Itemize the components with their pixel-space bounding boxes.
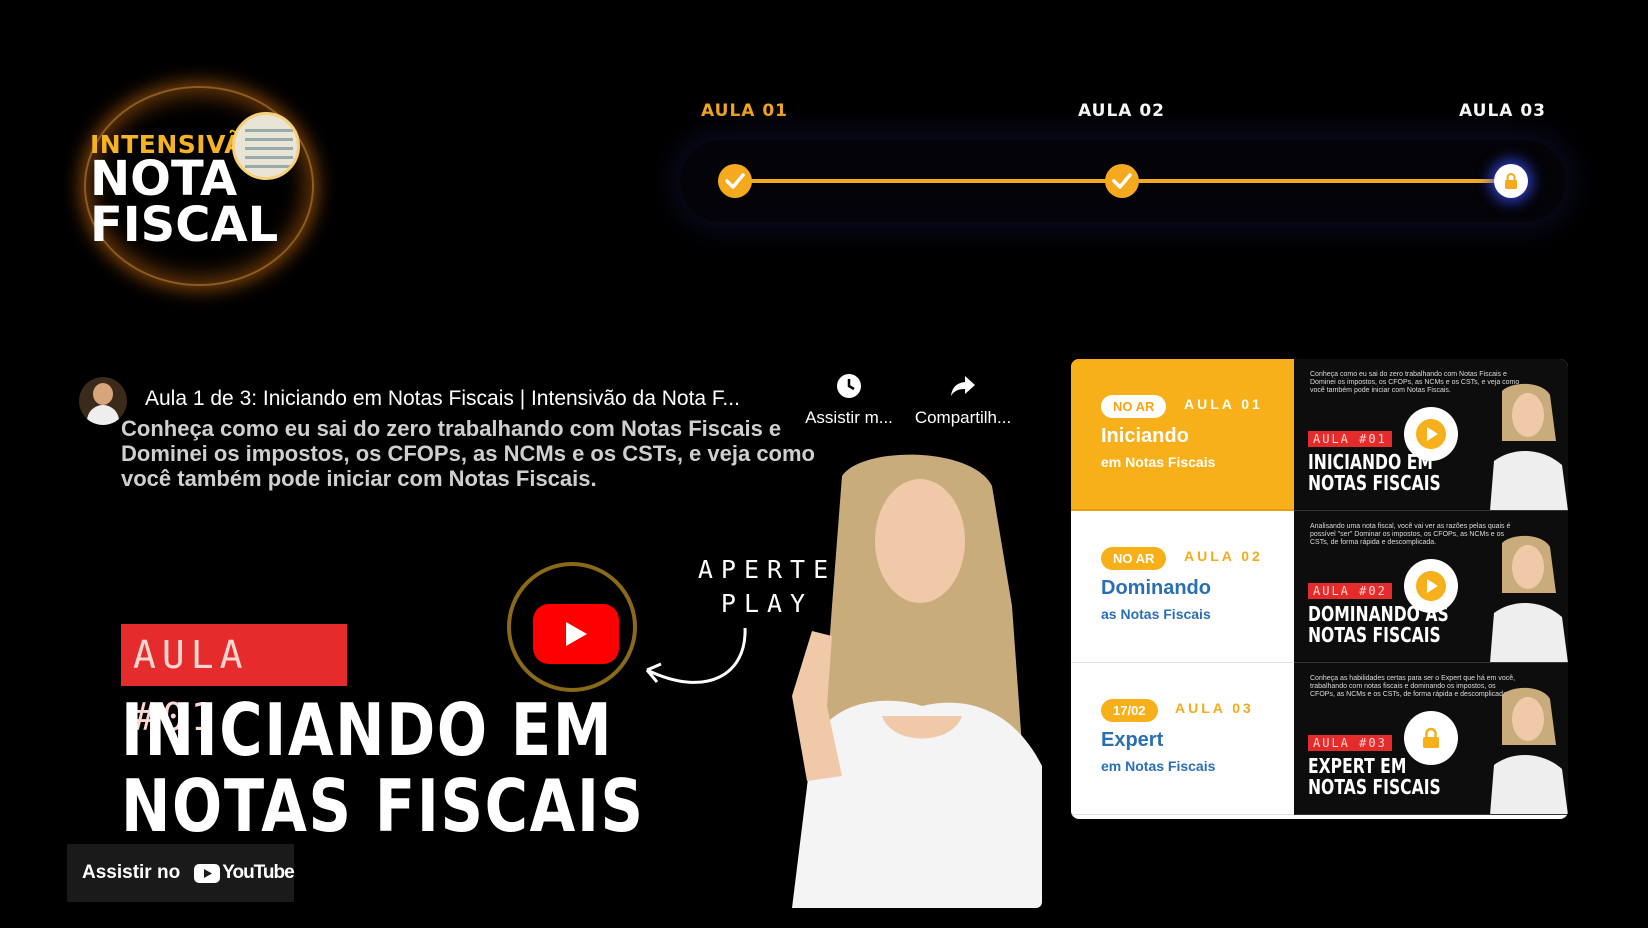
lesson-card-1[interactable]: NO AR AULA 01 Iniciando em Notas Fiscais… [1071,359,1568,511]
lesson-locked-button[interactable] [1404,711,1458,765]
channel-avatar[interactable] [79,377,127,425]
thumbnail-lesson-badge: AULA #01 [121,624,347,739]
thumbnail-description: Conheça como eu sai do zero trabalhando … [121,416,815,491]
thumbnail-badge: AULA #03 [1308,735,1392,751]
play-icon [1416,419,1446,449]
lesson-info: 17/02 AULA 03 Expert em Notas Fiscais [1071,663,1294,815]
lesson-number: AULA 01 [1184,396,1263,412]
lesson-info: NO AR AULA 01 Iniciando em Notas Fiscais [1071,359,1294,511]
presenter-thumbnail [1490,383,1568,510]
video-title[interactable]: Aula 1 de 3: Iniciando em Notas Fiscais … [145,387,740,411]
lesson-play-button[interactable] [1404,407,1458,461]
presenter-thumbnail [1490,535,1568,662]
lesson-number: AULA 03 [1175,700,1254,716]
play-icon [1416,571,1446,601]
share-label: Compartilh... [914,408,1012,427]
clock-icon [837,374,861,398]
thumbnail-badge: AULA #01 [1308,431,1392,447]
brand-logo: INTENSIVÃ NOTA FISCAL [78,80,318,290]
step-label-2: AULA 02 [1078,101,1166,121]
invoice-document-icon [232,112,300,180]
lesson-thumbnail[interactable]: Conheça como eu sai do zero trabalhando … [1294,359,1568,511]
play-icon [566,622,587,646]
headline-line-1: INICIANDO EM [121,688,614,772]
lesson-thumbnail[interactable]: Conheça as habilidades certas para ser o… [1294,663,1568,815]
watch-on-youtube-button[interactable]: Assistir no YouTube [67,844,295,902]
logo-word-fiscal: FISCAL [90,197,279,253]
thumbnail-title-line-2: NOTAS FISCAIS [1308,471,1441,495]
step-2-check-icon[interactable] [1105,164,1139,198]
lesson-number: AULA 02 [1184,548,1263,564]
presenter-photo [792,454,1042,908]
lesson-play-button[interactable] [1404,559,1458,613]
share-arrow-icon [951,376,975,396]
curved-arrow-icon [645,627,747,684]
step-3-lock-icon[interactable] [1494,164,1528,198]
lesson-subtitle: em Notas Fiscais [1101,454,1216,470]
lesson-status-badge: NO AR [1101,395,1167,418]
watch-on-label: Assistir no [82,862,181,883]
thumbnail-badge: AULA #02 [1308,583,1392,599]
lesson-title: Iniciando [1101,425,1189,447]
thumbnail-title-line-2: NOTAS FISCAIS [1308,623,1441,647]
lesson-subtitle: em Notas Fiscais [1101,758,1216,774]
step-label-3: AULA 03 [1459,101,1547,121]
lesson-card-3[interactable]: 17/02 AULA 03 Expert em Notas Fiscais Co… [1071,663,1568,815]
lessons-panel: NO AR AULA 01 Iniciando em Notas Fiscais… [1071,359,1568,819]
lesson-subtitle: as Notas Fiscais [1101,606,1211,622]
lesson-card-2[interactable]: NO AR AULA 02 Dominando as Notas Fiscais… [1071,511,1568,663]
youtube-logo: YouTube [194,862,295,884]
headline-line-2: NOTAS FISCAIS [121,764,645,848]
step-1-check-icon[interactable] [718,164,752,198]
youtube-wordmark: YouTube [222,862,294,883]
lock-icon [1423,727,1439,748]
lesson-title: Expert [1101,729,1164,751]
thumbnail-title-line-2: NOTAS FISCAIS [1308,775,1441,799]
youtube-play-button[interactable] [533,604,619,664]
lesson-date-badge: 17/02 [1101,699,1158,722]
lesson-info: NO AR AULA 02 Dominando as Notas Fiscais [1071,511,1294,663]
step-label-1: AULA 01 [701,101,789,121]
share-button[interactable]: Compartilh... [908,372,1018,428]
youtube-video-embed[interactable]: Aula 1 de 3: Iniciando em Notas Fiscais … [67,360,1042,908]
lesson-title: Dominando [1101,577,1211,599]
lesson-thumbnail[interactable]: Analisando uma nota fiscal, você vai ver… [1294,511,1568,663]
lesson-status-badge: NO AR [1101,547,1167,570]
youtube-logo-icon [194,863,221,883]
thumbnail-headline: INICIANDO EM NOTAS FISCAIS [121,692,645,844]
presenter-thumbnail [1490,687,1568,814]
